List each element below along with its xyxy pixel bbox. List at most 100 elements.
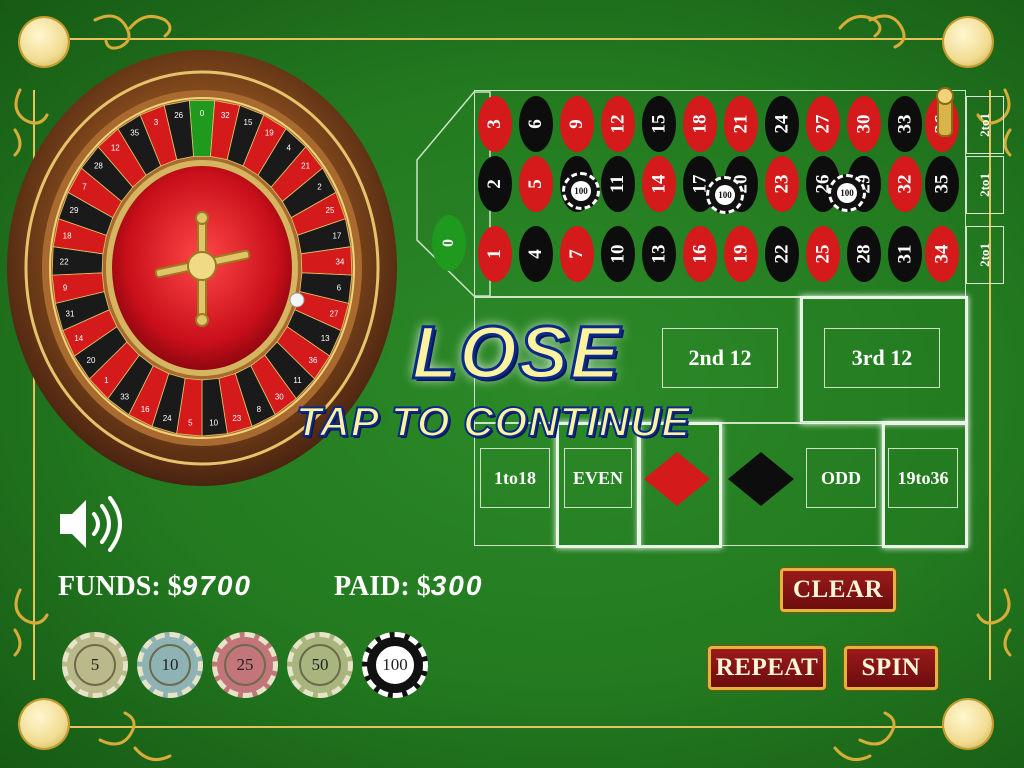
number-11[interactable]: 11 xyxy=(601,156,635,212)
placed-chip: 100 xyxy=(706,176,744,214)
number-31[interactable]: 31 xyxy=(888,226,922,282)
number-4[interactable]: 4 xyxy=(519,226,553,282)
bet-19to36[interactable]: 19to36 xyxy=(888,448,958,508)
wheel-pocket-label: 16 xyxy=(141,405,150,414)
number-30[interactable]: 30 xyxy=(847,96,881,152)
number-18[interactable]: 18 xyxy=(683,96,717,152)
wheel-pocket-label: 26 xyxy=(174,111,183,120)
wheel-pocket-label: 31 xyxy=(66,309,75,318)
chip-5[interactable]: 5 xyxy=(62,632,128,698)
number-7[interactable]: 7 xyxy=(560,226,594,282)
placed-chip: 100 xyxy=(828,174,866,212)
number-21[interactable]: 21 xyxy=(724,96,758,152)
number-16[interactable]: 16 xyxy=(683,226,717,282)
wheel-pocket-label: 23 xyxy=(232,414,241,423)
wheel-pocket-label: 21 xyxy=(301,162,310,171)
wheel-pocket-label: 22 xyxy=(60,257,69,266)
paid-label: PAID: $ xyxy=(334,571,431,602)
wheel-pocket-label: 30 xyxy=(275,392,284,401)
spin-button[interactable]: SPIN xyxy=(844,646,938,690)
number-32[interactable]: 32 xyxy=(888,156,922,212)
wheel-pocket-label: 2 xyxy=(317,183,322,192)
wheel-pocket-label: 27 xyxy=(330,309,339,318)
dozen-2nd[interactable]: 2nd 12 xyxy=(662,328,778,388)
number-34[interactable]: 34 xyxy=(925,226,959,282)
number-12[interactable]: 12 xyxy=(601,96,635,152)
number-35[interactable]: 35 xyxy=(925,156,959,212)
wheel-pocket-label: 0 xyxy=(200,109,205,118)
wheel-pocket-label: 10 xyxy=(209,418,218,427)
wheel-pocket-label: 14 xyxy=(74,334,83,343)
number-10[interactable]: 10 xyxy=(601,226,635,282)
wheel-pocket-label: 7 xyxy=(82,183,87,192)
placed-chip-label: 100 xyxy=(571,181,591,201)
number-22[interactable]: 22 xyxy=(765,226,799,282)
placed-chip-label: 100 xyxy=(837,183,857,203)
bet-red-diamond[interactable] xyxy=(642,450,712,508)
number-23[interactable]: 23 xyxy=(765,156,799,212)
number-6[interactable]: 6 xyxy=(519,96,553,152)
chip-50[interactable]: 50 xyxy=(287,632,353,698)
wheel-pocket-label: 12 xyxy=(111,143,120,152)
funds-label: FUNDS: $ xyxy=(58,571,182,602)
number-19[interactable]: 19 xyxy=(724,226,758,282)
wheel-pocket-label: 9 xyxy=(63,284,68,293)
wheel-pocket-label: 20 xyxy=(87,356,96,365)
wheel-pocket-label: 29 xyxy=(70,206,79,215)
wheel-pocket-label: 28 xyxy=(94,162,103,171)
bet-even[interactable]: EVEN xyxy=(564,448,632,508)
number-1[interactable]: 1 xyxy=(478,226,512,282)
chip-label: 100 xyxy=(382,655,408,674)
number-25[interactable]: 25 xyxy=(806,226,840,282)
speaker-icon[interactable] xyxy=(56,492,126,556)
roulette-table: 0 32 15 19 4 21 2 25 17 34 6 27 13 36 11 30 8 23 10 5 24 16 33… xyxy=(0,0,1024,768)
wheel-pocket-label: 3 xyxy=(154,118,159,127)
chip-label: 10 xyxy=(161,655,179,674)
wheel-pocket-label: 36 xyxy=(309,356,318,365)
wheel-pocket-label: 6 xyxy=(337,284,342,293)
number-2[interactable]: 2 xyxy=(478,156,512,212)
bet-1to18[interactable]: 1to18 xyxy=(480,448,550,508)
column-bet-1[interactable]: 2to1 xyxy=(966,96,1004,154)
number-33[interactable]: 33 xyxy=(888,96,922,152)
wheel-pocket-label: 19 xyxy=(265,129,274,138)
number-14[interactable]: 14 xyxy=(642,156,676,212)
wheel-pocket-label: 13 xyxy=(321,334,330,343)
wheel-pocket-label: 4 xyxy=(286,143,291,152)
number-13[interactable]: 13 xyxy=(642,226,676,282)
number-27[interactable]: 27 xyxy=(806,96,840,152)
bet-black-diamond[interactable] xyxy=(726,450,796,508)
paid-value: 300 xyxy=(430,570,484,601)
chip-label: 25 xyxy=(236,655,254,674)
column-bet-2[interactable]: 2to1 xyxy=(966,156,1004,214)
winning-marker xyxy=(936,87,954,137)
column-bet-3[interactable]: 2to1 xyxy=(966,226,1004,284)
number-5[interactable]: 5 xyxy=(519,156,553,212)
wheel-pocket-label: 32 xyxy=(221,111,230,120)
dozen-3rd[interactable]: 3rd 12 xyxy=(824,328,940,388)
chip-100[interactable]: 100 xyxy=(362,632,428,698)
wheel-pocket-label: 11 xyxy=(293,376,302,385)
number-15[interactable]: 15 xyxy=(642,96,676,152)
number-24[interactable]: 24 xyxy=(765,96,799,152)
number-9[interactable]: 9 xyxy=(560,96,594,152)
tap-to-continue[interactable]: TAP TO CONTINUE xyxy=(295,397,691,446)
wheel-pocket-label: 1 xyxy=(104,376,109,385)
clear-button[interactable]: CLEAR xyxy=(780,568,896,612)
paid-display: PAID: $300 xyxy=(334,570,483,603)
repeat-button[interactable]: REPEAT xyxy=(708,646,826,690)
wheel-pocket-label: 15 xyxy=(244,118,253,127)
wheel-pocket-label: 17 xyxy=(332,231,341,240)
wheel-pocket-label: 34 xyxy=(335,257,344,266)
wheel-pocket-label: 8 xyxy=(257,405,262,414)
bet-odd[interactable]: ODD xyxy=(806,448,876,508)
number-3[interactable]: 3 xyxy=(478,96,512,152)
chip-10[interactable]: 10 xyxy=(137,632,203,698)
wheel-pocket-label: 24 xyxy=(163,414,172,423)
number-0[interactable]: 0 xyxy=(432,215,466,271)
number-28[interactable]: 28 xyxy=(847,226,881,282)
placed-chip-label: 100 xyxy=(715,185,735,205)
chip-25[interactable]: 25 xyxy=(212,632,278,698)
wheel-pocket-label: 33 xyxy=(120,392,129,401)
chip-label: 5 xyxy=(90,655,100,674)
